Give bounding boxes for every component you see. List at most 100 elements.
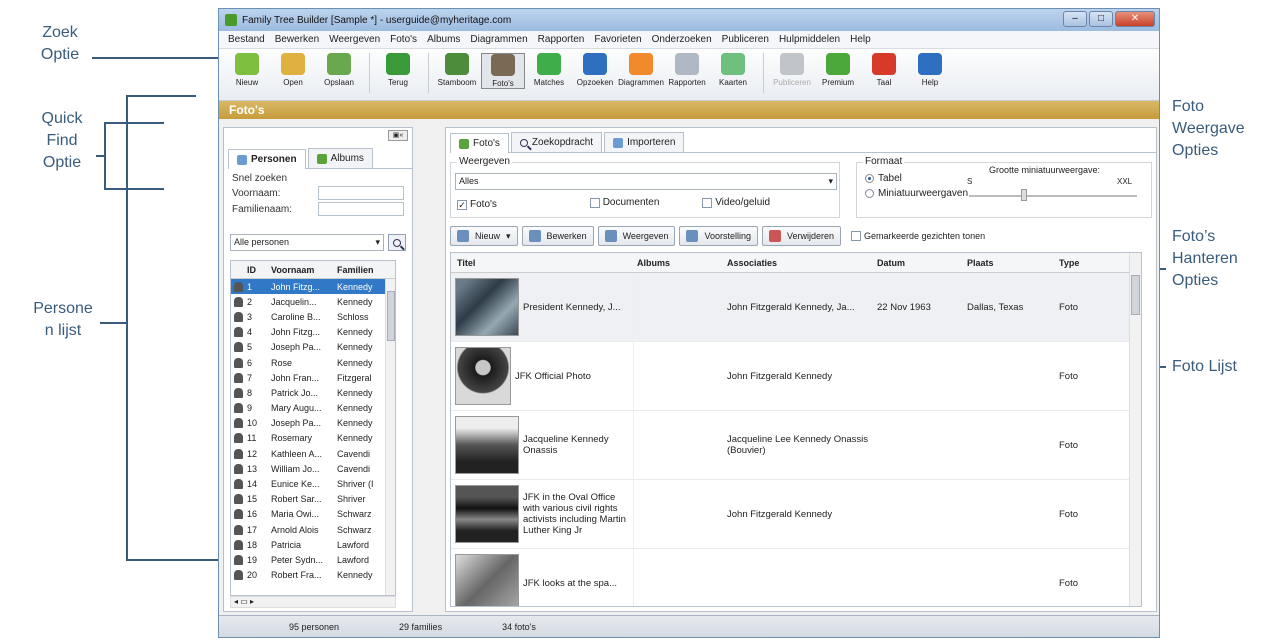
collapse-panel-button[interactable]: ▣« <box>388 130 408 141</box>
close-button[interactable]: ✕ <box>1115 11 1155 27</box>
person-row[interactable]: 6 Rose Kennedy <box>231 355 395 370</box>
new-photo-button[interactable]: Nieuw ▾ <box>450 226 518 246</box>
toolbar-button-5[interactable]: Foto's <box>481 53 525 89</box>
minimize-button[interactable]: – <box>1063 11 1087 27</box>
toolbar-button-0[interactable]: Nieuw <box>225 53 269 87</box>
menu-item[interactable]: Weergeven <box>324 34 385 45</box>
toolbar-button-8[interactable]: Diagrammen <box>618 53 664 87</box>
format-thumbnails-radio[interactable]: Miniatuurweergaven <box>865 188 968 199</box>
person-row[interactable]: 14 Eunice Ke... Shriver (I <box>231 476 395 491</box>
person-row[interactable]: 20 Robert Fra... Kennedy <box>231 568 395 583</box>
photo-row[interactable]: President Kennedy, J... John Fitzgerald K… <box>451 273 1141 342</box>
view-photo-button[interactable]: Weergeven <box>597 226 676 246</box>
toolbar-button-10[interactable]: Kaarten <box>711 53 755 87</box>
toolbar-button-3[interactable]: Terug <box>376 53 420 87</box>
menu-item[interactable]: Favorieten <box>589 34 646 45</box>
search-button[interactable] <box>388 234 406 251</box>
tab-personen[interactable]: Personen <box>228 149 306 169</box>
thumbnail-size-slider[interactable] <box>969 195 1137 197</box>
person-row[interactable]: 2 Jacquelin... Kennedy <box>231 294 395 309</box>
column-header-type[interactable]: Type <box>1055 258 1115 268</box>
edit-photo-button[interactable]: Bewerken <box>521 226 594 246</box>
column-header-title[interactable]: Titel <box>451 258 633 268</box>
filter-documents-checkbox[interactable]: Documenten <box>589 197 659 208</box>
delete-photo-button[interactable]: Verwijderen <box>761 226 842 246</box>
photo-thumbnail[interactable] <box>455 554 519 606</box>
person-row[interactable]: 11 Rosemary Kennedy <box>231 431 395 446</box>
vertical-scrollbar[interactable] <box>385 279 395 595</box>
person-row[interactable]: 10 Joseph Pa... Kennedy <box>231 416 395 431</box>
view-select[interactable]: Alles <box>455 173 837 190</box>
menu-item[interactable]: Hulpmiddelen <box>774 34 845 45</box>
menu-item[interactable]: Onderzoeken <box>647 34 717 45</box>
filter-photos-checkbox[interactable]: ✓ Foto's <box>457 199 497 210</box>
person-row[interactable]: 7 John Fran... Fitzgeral <box>231 370 395 385</box>
column-header-associations[interactable]: Associaties <box>723 258 873 268</box>
dropdown-arrow-icon[interactable]: ▾ <box>506 231 511 242</box>
person-row[interactable]: 15 Robert Sar... Shriver <box>231 492 395 507</box>
photo-thumbnail[interactable] <box>455 347 511 405</box>
tab-fotos[interactable]: Foto's <box>450 133 509 153</box>
first-name-input[interactable] <box>318 186 404 200</box>
last-name-input[interactable] <box>318 202 404 216</box>
toolbar-button-14[interactable]: Help <box>908 53 952 87</box>
menu-item[interactable]: Albums <box>422 34 465 45</box>
person-row[interactable]: 17 Arnold Alois Schwarz <box>231 522 395 537</box>
person-row[interactable]: 3 Caroline B... Schloss <box>231 309 395 324</box>
toolbar-button-6[interactable]: Matches <box>527 53 571 87</box>
person-row[interactable]: 12 Kathleen A... Cavendi <box>231 446 395 461</box>
column-header-albums[interactable]: Albums <box>633 258 723 268</box>
scroll-thumb[interactable] <box>387 291 395 341</box>
column-header-date[interactable]: Datum <box>873 258 963 268</box>
show-marked-faces-checkbox[interactable]: Gemarkeerde gezichten tonen <box>851 231 985 241</box>
person-filter-select[interactable]: Alle personen <box>230 234 384 251</box>
person-row[interactable]: 13 William Jo... Cavendi <box>231 461 395 476</box>
person-row[interactable]: 8 Patrick Jo... Kennedy <box>231 385 395 400</box>
menu-item[interactable]: Help <box>845 34 876 45</box>
photo-row[interactable]: Jacqueline Kennedy Onassis Jacqueline Lee… <box>451 411 1141 480</box>
person-row[interactable]: 1 John Fitzg... Kennedy <box>231 279 395 295</box>
menu-item[interactable]: Rapporten <box>533 34 590 45</box>
menu-item[interactable]: Bestand <box>223 34 270 45</box>
tab-importeren[interactable]: Importeren <box>604 132 685 152</box>
toolbar-icon <box>872 53 896 75</box>
toolbar-button-11[interactable]: Publiceren <box>770 53 814 87</box>
column-header-id[interactable]: ID <box>245 265 271 275</box>
column-header-last-name[interactable]: Familien <box>337 265 387 275</box>
maximize-button[interactable]: □ <box>1089 11 1113 27</box>
toolbar-button-9[interactable]: Rapporten <box>665 53 709 87</box>
column-header-first-name[interactable]: Voornaam <box>271 265 337 275</box>
photo-thumbnail[interactable] <box>455 485 519 543</box>
toolbar-button-13[interactable]: Taal <box>862 53 906 87</box>
toolbar-button-12[interactable]: Premium <box>816 53 860 87</box>
photo-row[interactable]: JFK in the Oval Office with various civi… <box>451 480 1141 549</box>
toolbar-button-7[interactable]: Opzoeken <box>573 53 617 87</box>
column-header-place[interactable]: Plaats <box>963 258 1055 268</box>
menu-item[interactable]: Bewerken <box>270 34 324 45</box>
person-row[interactable]: 5 Joseph Pa... Kennedy <box>231 340 395 355</box>
person-row[interactable]: 18 Patricia Lawford <box>231 537 395 552</box>
format-table-radio[interactable]: Tabel <box>865 173 968 184</box>
slider-handle[interactable] <box>1021 189 1027 201</box>
vertical-scrollbar[interactable] <box>1129 253 1141 606</box>
person-row[interactable]: 9 Mary Augu... Kennedy <box>231 401 395 416</box>
photo-thumbnail[interactable] <box>455 278 519 336</box>
person-row[interactable]: 4 John Fitzg... Kennedy <box>231 325 395 340</box>
scroll-thumb[interactable] <box>1131 275 1140 315</box>
tab-zoekopdracht[interactable]: Zoekopdracht <box>510 132 603 152</box>
slideshow-button[interactable]: Voorstelling <box>679 226 758 246</box>
toolbar-button-1[interactable]: Open <box>271 53 315 87</box>
person-row[interactable]: 16 Maria Owi... Schwarz <box>231 507 395 522</box>
photo-thumbnail[interactable] <box>455 416 519 474</box>
tab-albums[interactable]: Albums <box>307 148 373 168</box>
menu-item[interactable]: Diagrammen <box>465 34 532 45</box>
photo-row[interactable]: JFK looks at the spa... Foto <box>451 549 1141 606</box>
filter-video-checkbox[interactable]: Video/geluid <box>702 197 770 208</box>
photo-row[interactable]: JFK Official Photo John Fitzgerald Kenned… <box>451 342 1141 411</box>
menu-item[interactable]: Publiceren <box>717 34 774 45</box>
toolbar-button-2[interactable]: Opslaan <box>317 53 361 87</box>
menu-item[interactable]: Foto's <box>385 34 422 45</box>
toolbar-button-4[interactable]: Stamboom <box>435 53 479 87</box>
person-row[interactable]: 19 Peter Sydn... Lawford <box>231 552 395 567</box>
horizontal-scrollbar[interactable]: ◂ ▭ ▸ <box>230 596 396 608</box>
